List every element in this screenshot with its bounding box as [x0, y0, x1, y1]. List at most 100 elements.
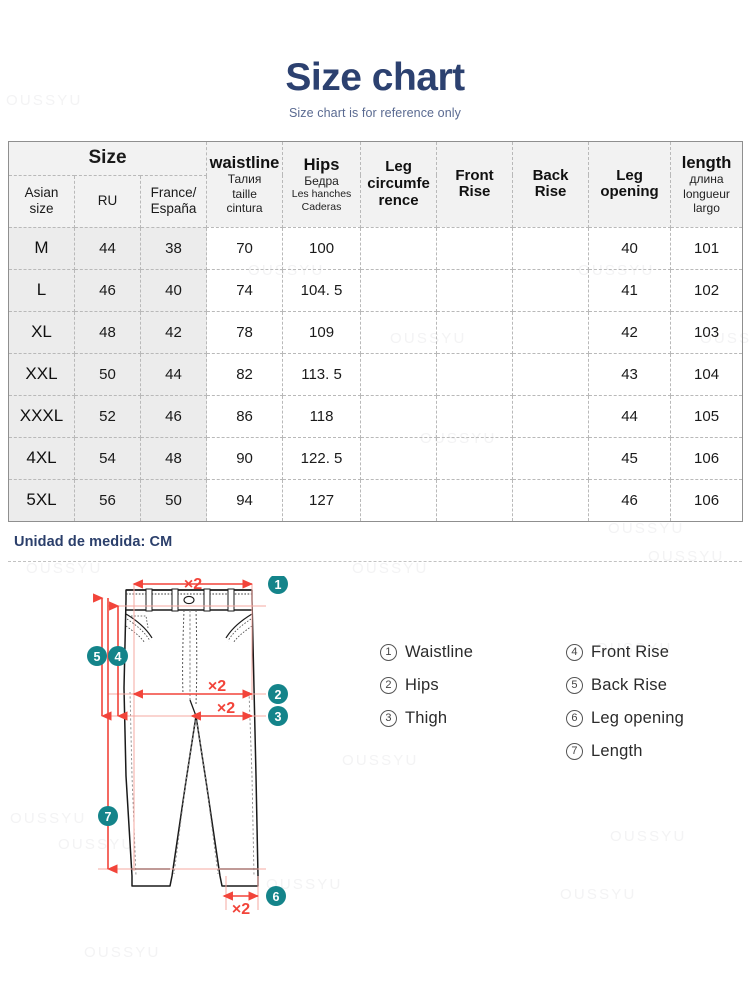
- cell-france_espana: 38: [139, 226, 208, 270]
- cell-leg_circumference: [360, 310, 438, 354]
- legend-item: 4 Front Rise: [566, 636, 684, 669]
- header-hips-fr: Les hanches: [291, 188, 352, 201]
- header-length-fr: longueur: [683, 186, 730, 201]
- legend-item: 5 Back Rise: [566, 669, 684, 702]
- page-title: Size chart: [285, 56, 465, 99]
- header-length-es: largo: [693, 200, 720, 215]
- cell-hips: 113. 5: [282, 352, 362, 396]
- cell-france_espana: 40: [139, 268, 208, 312]
- size-chart-table: Size waistline Талия taille cintura Hips…: [7, 140, 744, 522]
- header-length: length длина longueur largo: [670, 140, 744, 228]
- cell-france_espana: 48: [139, 436, 208, 480]
- cell-ru: 50: [74, 352, 141, 396]
- cell-leg_circumference: [360, 226, 438, 270]
- cell-leg_opening: 44: [588, 394, 672, 438]
- cell-leg_opening: 41: [588, 268, 672, 312]
- legend-label: Hips: [405, 675, 439, 694]
- legend-item: 6 Leg opening: [566, 702, 684, 735]
- cell-asian_size: XXXL: [8, 394, 75, 438]
- svg-text:6: 6: [273, 890, 280, 904]
- cell-front_rise: [436, 226, 514, 270]
- header-front-rise-line2: Rise: [458, 183, 491, 201]
- header-front-rise-line1: Front: [455, 166, 494, 184]
- cell-hips: 109: [282, 310, 362, 354]
- header-waistline-ru: Талия: [227, 172, 262, 187]
- legend-label: Back Rise: [591, 675, 668, 694]
- header-leg-circ-line1: Leg: [385, 158, 412, 176]
- page-subtitle: Size chart is for reference only: [288, 105, 462, 120]
- cell-waistline: 70: [206, 226, 284, 270]
- header-back-rise: Back Rise: [512, 140, 590, 228]
- cell-asian_size: XL: [8, 310, 75, 354]
- legend-label: Leg opening: [591, 708, 685, 727]
- svg-text:3: 3: [275, 710, 282, 724]
- legend-label: Thigh: [405, 708, 448, 727]
- header-france-espana: France/ España: [139, 174, 208, 228]
- cell-back_rise: [512, 352, 590, 396]
- header-hips: Hips Бедра Les hanches Caderas: [282, 140, 362, 228]
- header-leg-circumference: Leg circumfe rence: [360, 140, 438, 228]
- size-chart-table-container: Size waistline Талия taille cintura Hips…: [7, 140, 744, 522]
- table-row: XXL 50 44 82 113. 5 43 104: [8, 352, 744, 396]
- legend-column-left: 1 Waistline 2 Hips 3 Thigh: [380, 636, 473, 735]
- legend-label: Length: [591, 741, 643, 760]
- cell-back_rise: [512, 478, 590, 522]
- cell-back_rise: [512, 268, 590, 312]
- legend-number-icon: 5: [566, 676, 583, 694]
- cell-leg_circumference: [360, 478, 438, 522]
- cell-hips: 104. 5: [282, 268, 362, 312]
- cell-leg_circumference: [360, 394, 438, 438]
- cell-waistline: 90: [206, 436, 284, 480]
- cell-leg_opening: 43: [588, 352, 672, 396]
- table-row: 4XL 54 48 90 122. 5 45 106: [8, 436, 744, 480]
- cell-back_rise: [512, 394, 590, 438]
- cell-france_espana: 50: [139, 478, 208, 522]
- cell-length: 103: [670, 310, 744, 354]
- cell-waistline: 82: [206, 352, 284, 396]
- header-leg-circ-line2: circumfe: [367, 175, 430, 193]
- header-ru-label: RU: [97, 193, 118, 209]
- cell-leg_circumference: [360, 268, 438, 312]
- cell-waistline: 86: [206, 394, 284, 438]
- cell-leg_circumference: [360, 352, 438, 396]
- cell-waistline: 74: [206, 268, 284, 312]
- svg-text:1: 1: [275, 578, 282, 592]
- svg-text:2: 2: [275, 688, 282, 702]
- header-back-rise-line2: Rise: [534, 183, 567, 201]
- cell-back_rise: [512, 436, 590, 480]
- cell-hips: 100: [282, 226, 362, 270]
- legend-item: 2 Hips: [380, 669, 473, 702]
- header-size-group: Size: [7, 140, 208, 176]
- table-row: L 46 40 74 104. 5 41 102: [8, 268, 744, 312]
- svg-text:5: 5: [94, 650, 101, 664]
- cell-length: 101: [670, 226, 744, 270]
- cell-france_espana: 44: [139, 352, 208, 396]
- svg-text:×2: ×2: [217, 700, 235, 717]
- cell-france_espana: 42: [139, 310, 208, 354]
- cell-length: 106: [670, 478, 744, 522]
- header-ru: RU: [74, 174, 141, 228]
- header-leg-opening-line1: Leg: [616, 166, 643, 184]
- cell-asian_size: L: [8, 268, 75, 312]
- header-asian-size-line2: size: [29, 201, 54, 217]
- header-back-rise-line1: Back: [532, 166, 569, 184]
- watermark: OUSSYU: [26, 560, 103, 577]
- header-front-rise: Front Rise: [436, 140, 514, 228]
- svg-text:4: 4: [115, 650, 122, 664]
- header-leg-opening: Leg opening: [588, 140, 672, 228]
- table-row: 5XL 56 50 94 127 46 106: [8, 478, 744, 522]
- cell-leg_circumference: [360, 436, 438, 480]
- pants-diagram: ×2 ×2 ×2 ×2 1 2 3 4 5 6 7: [86, 575, 301, 921]
- cell-ru: 54: [74, 436, 141, 480]
- cell-ru: 48: [74, 310, 141, 354]
- header-length-main: length: [681, 153, 732, 172]
- cell-length: 102: [670, 268, 744, 312]
- header-waistline: waistline Талия taille cintura: [206, 140, 284, 228]
- cell-front_rise: [436, 268, 514, 312]
- header-leg-circ-line3: rence: [378, 191, 419, 209]
- table-row: M 44 38 70 100 40 101: [8, 226, 744, 270]
- cell-length: 106: [670, 436, 744, 480]
- header-france-line1: France/: [150, 185, 197, 201]
- header-waistline-es: cintura: [226, 200, 263, 215]
- legend-number-icon: 3: [380, 709, 397, 727]
